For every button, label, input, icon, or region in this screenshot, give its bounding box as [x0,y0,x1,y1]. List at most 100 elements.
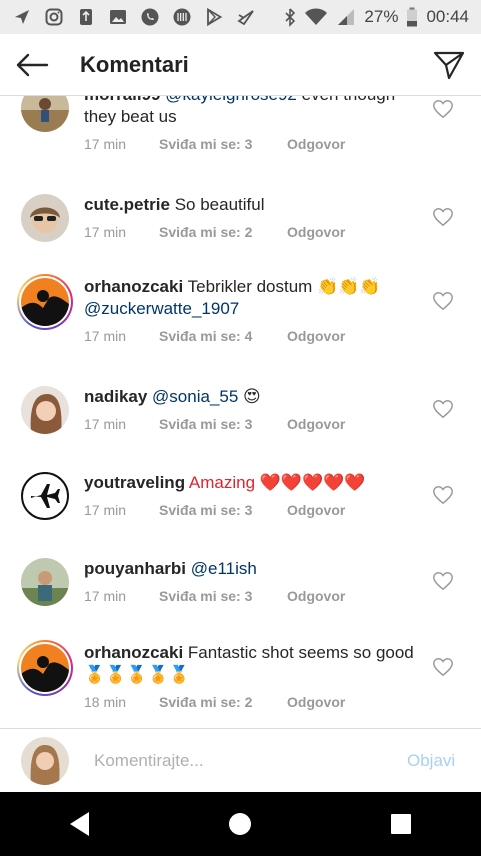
heart-icon[interactable] [432,656,454,678]
reply-button[interactable]: Odgovor [287,416,345,432]
comment-time: 17 min [84,588,127,604]
comment-body: So beautiful [169,195,265,214]
comment-text: cute.petrie So beautiful [84,194,424,216]
comment-username[interactable]: youtraveling [84,473,185,492]
play-store-icon [204,7,224,27]
usb-storage-icon [76,7,96,27]
instagram-icon [44,7,64,27]
avatar[interactable] [21,472,69,520]
heart-icon[interactable] [432,290,454,312]
comment-likes[interactable]: Sviđa mi se: 3 [159,416,287,432]
nav-home-button[interactable] [210,794,270,854]
reply-button[interactable]: Odgovor [287,328,345,344]
avatar [21,278,69,326]
reply-button[interactable]: Odgovor [287,502,345,518]
comment-username[interactable]: orhanozcaki [84,277,183,296]
arrow-left-icon [16,53,49,76]
circle-home-icon [229,813,252,835]
avatar [21,644,69,692]
heart-icon[interactable] [432,206,454,228]
avatar[interactable] [21,386,69,434]
avatar[interactable] [21,194,69,242]
comment-likes[interactable]: Sviđa mi se: 2 [159,224,287,240]
reply-button[interactable]: Odgovor [287,224,345,240]
comment-input-bar: Objavi [0,728,481,792]
comment-body: Amazing ❤️❤️❤️❤️❤️ [185,473,366,492]
comment-meta: 17 min Sviđa mi se: 3 Odgovor [84,416,345,432]
current-user-avatar [21,737,69,785]
dial-icon [172,7,192,27]
comment-text: youtraveling Amazing ❤️❤️❤️❤️❤️ [84,472,424,494]
comment-meta: 17 min Sviđa mi se: 3 Odgovor [84,136,345,152]
location-arrow-icon [12,7,32,27]
post-button[interactable]: Objavi [407,751,455,771]
back-button[interactable] [0,34,64,96]
comment-text: orhanozcaki Fantastic shot seems so good… [84,642,424,686]
comment-item: nadikay @sonia_55 😍 17 min Sviđa mi se: … [0,386,481,456]
comment-mention[interactable]: @sonia_55 [152,387,238,406]
comment-likes[interactable]: Sviđa mi se: 3 [159,502,287,518]
image-icon [108,7,128,27]
comment-input[interactable] [94,747,384,775]
heart-icon[interactable] [432,570,454,592]
avatar-story-ring[interactable] [17,274,73,330]
comment-item: orhanozcaki Tebrikler dostum 👏👏👏 @zucker… [0,274,481,366]
comment-text: nadikay @sonia_55 😍 [84,386,424,408]
comment-body: 😍 [238,387,261,406]
comment-meta: 17 min Sviđa mi se: 4 Odgovor [84,328,345,344]
comment-mention[interactable]: @kayleighrose92 [165,96,297,104]
comment-username[interactable]: nadikay [84,387,147,406]
comment-time: 17 min [84,224,127,240]
comment-likes[interactable]: Sviđa mi se: 2 [159,694,287,710]
reply-button[interactable]: Odgovor [287,588,345,604]
comment-username[interactable]: morrall99 [84,96,161,104]
triangle-back-icon [70,812,90,836]
comment-item: pouyanharbi @e11ish 17 min Sviđa mi se: … [0,558,481,628]
comment-time: 17 min [84,416,127,432]
wifi-icon [304,7,328,27]
comment-body: Tebrikler dostum 👏👏👏 [183,277,381,296]
comment-time: 17 min [84,328,127,344]
comment-meta: 18 min Sviđa mi se: 2 Odgovor [84,694,345,710]
comment-meta: 17 min Sviđa mi se: 2 Odgovor [84,224,345,240]
system-nav-bar [0,792,481,856]
avatar-story-ring[interactable] [17,640,73,696]
comment-likes[interactable]: Sviđa mi se: 4 [159,328,287,344]
square-recents-icon [390,814,411,834]
battery-percent: 27% [364,7,399,26]
comment-text: orhanozcaki Tebrikler dostum 👏👏👏 @zucker… [84,276,424,320]
comment-username[interactable]: pouyanharbi [84,559,186,578]
phone-icon [140,7,160,27]
comment-likes[interactable]: Sviđa mi se: 3 [159,136,287,152]
comment-text: morrall99 @kayleighrose92 even though th… [84,96,424,128]
avatar[interactable] [21,96,69,132]
signal-icon [336,7,356,27]
comment-mention[interactable]: @e11ish [191,559,257,578]
heart-icon[interactable] [432,398,454,420]
reply-button[interactable]: Odgovor [287,136,345,152]
comment-username[interactable]: cute.petrie [84,195,170,214]
reply-button[interactable]: Odgovor [287,694,345,710]
comment-mention[interactable]: @zuckerwatte_1907 [84,299,239,318]
nav-recents-button[interactable] [371,794,431,854]
page-title: Komentari [80,51,189,77]
header: Komentari [0,34,481,96]
status-bar: 27% 00:44 [0,0,481,34]
comment-text: pouyanharbi @e11ish [84,558,424,580]
share-button[interactable] [417,34,481,96]
send-icon [236,7,256,27]
comment-likes[interactable]: Sviđa mi se: 3 [159,588,287,604]
comment-item: youtraveling Amazing ❤️❤️❤️❤️❤️ 17 min S… [0,472,481,542]
comment-meta: 17 min Sviđa mi se: 3 Odgovor [84,502,345,518]
comment-item: cute.petrie So beautiful 17 min Sviđa mi… [0,194,481,264]
nav-back-button[interactable] [50,794,110,854]
comment-time: 17 min [84,136,127,152]
comment-time: 18 min [84,694,127,710]
avatar[interactable] [21,558,69,606]
comment-item: morrall99 @kayleighrose92 even though th… [0,96,481,174]
heart-icon[interactable] [432,98,454,120]
comment-item: orhanozcaki Fantastic shot seems so good… [0,640,481,728]
heart-icon[interactable] [432,484,454,506]
comment-username[interactable]: orhanozcaki [84,643,183,662]
paper-plane-icon [433,51,465,79]
